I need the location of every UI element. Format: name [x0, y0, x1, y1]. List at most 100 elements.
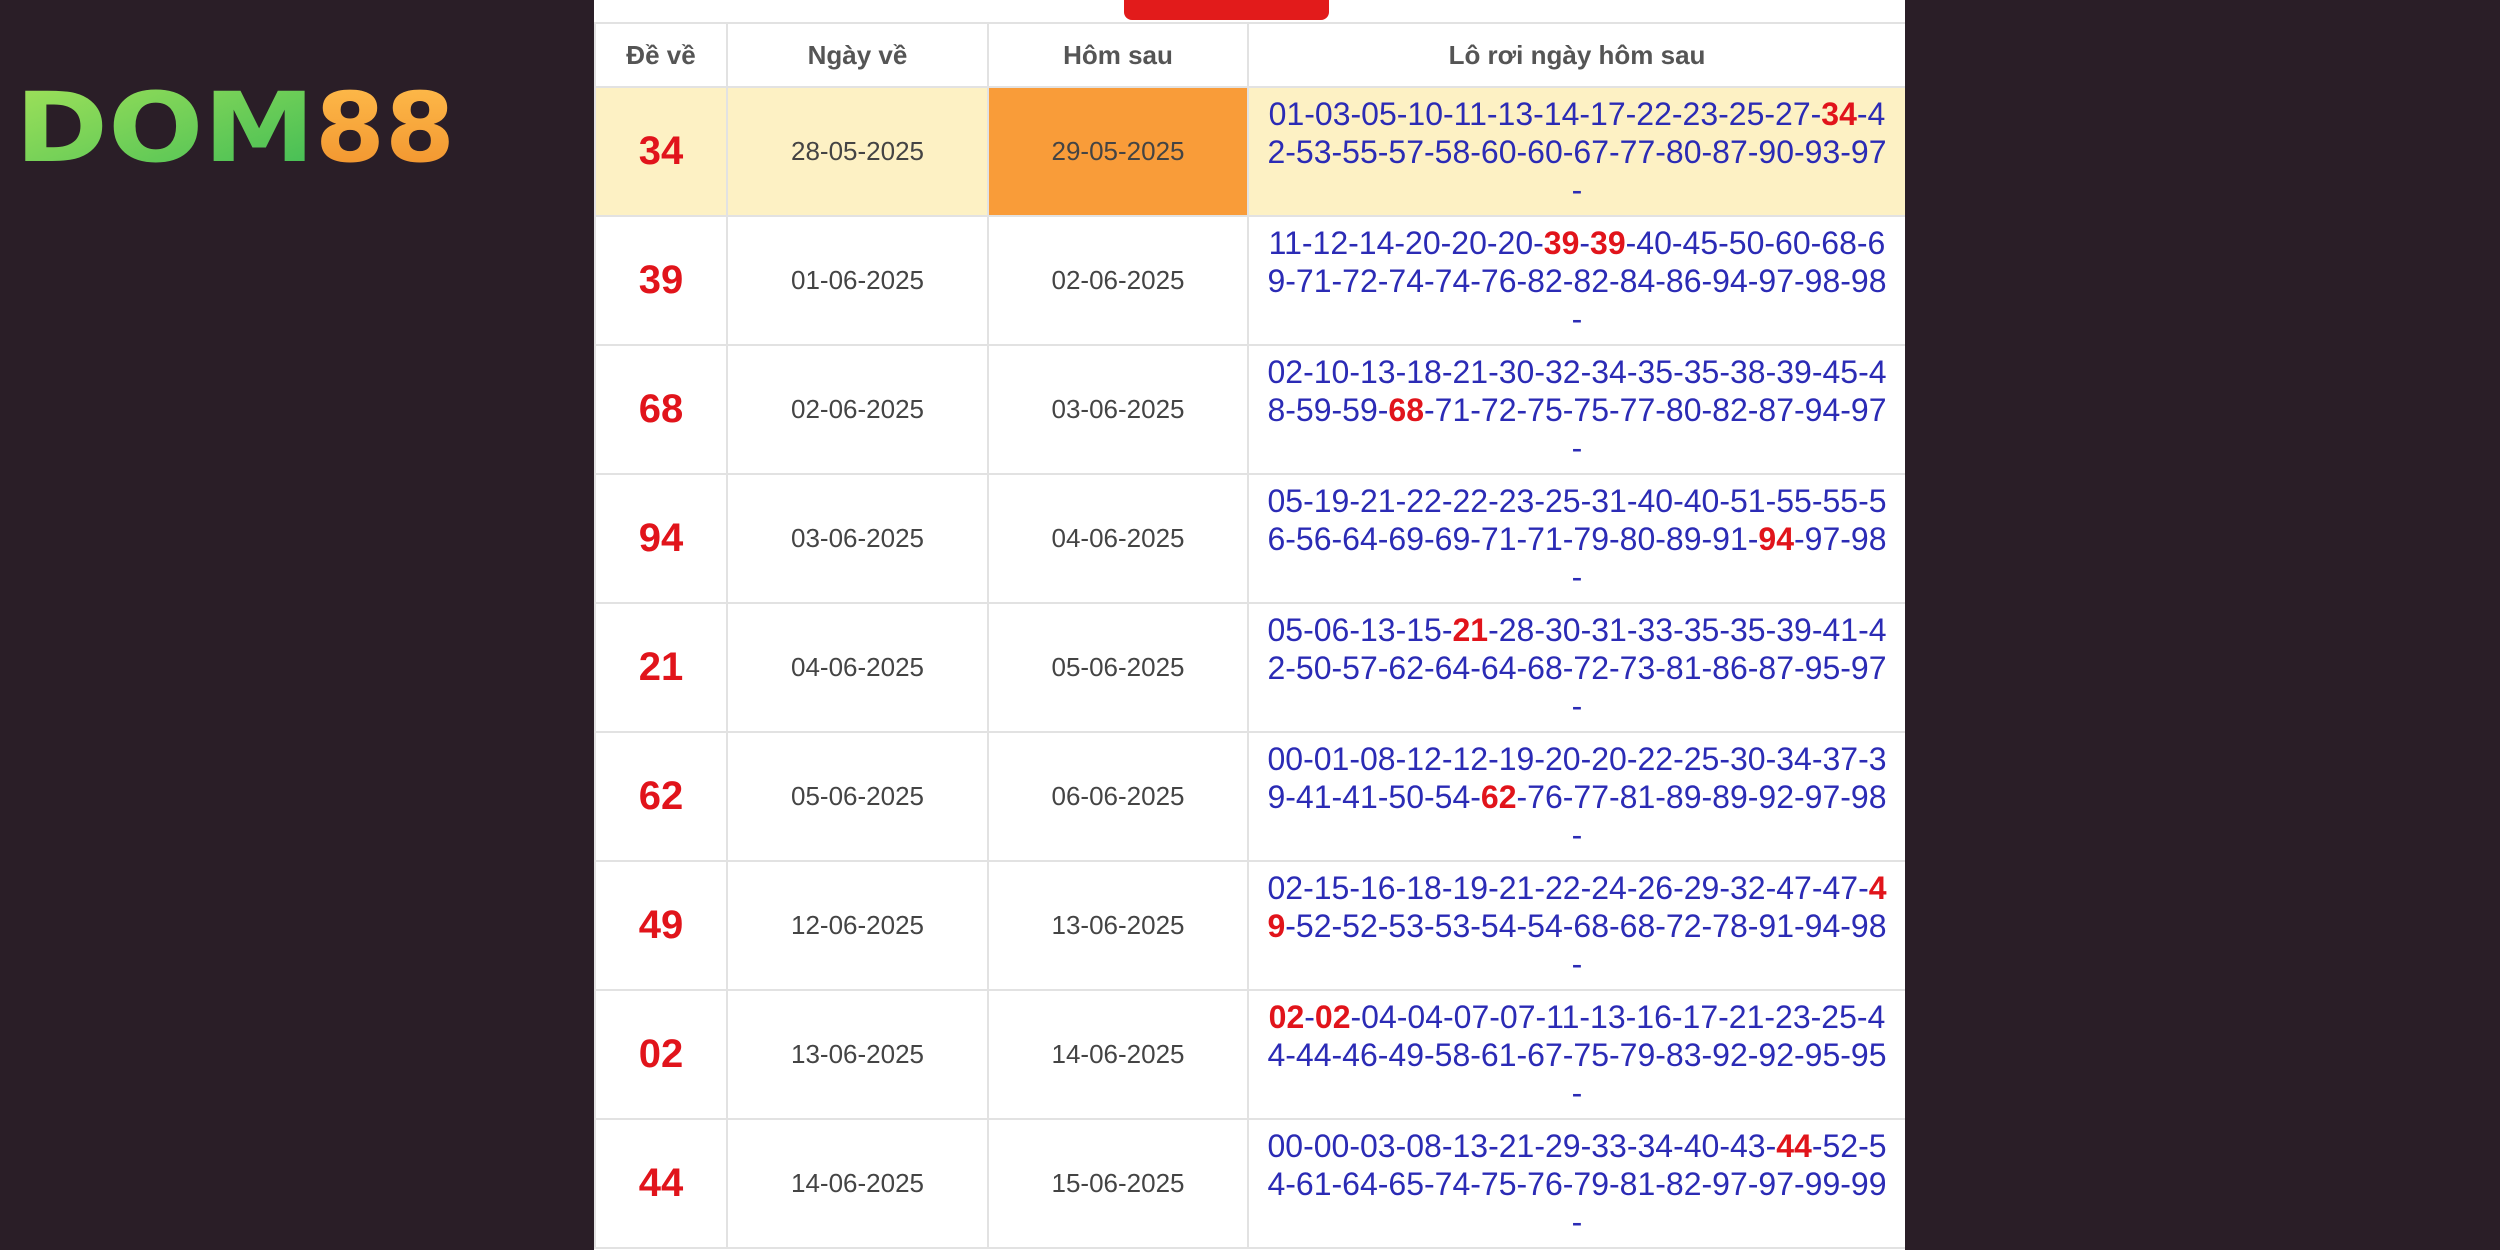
lo-number: 92	[1758, 1036, 1795, 1073]
lo-number: 97	[1850, 133, 1887, 170]
lo-number: 51	[1729, 482, 1766, 519]
lo-number: 54	[1527, 907, 1563, 944]
lo-number: 12	[1406, 740, 1442, 777]
lo-number: 45	[1682, 224, 1719, 261]
lo-number: 67	[1527, 1036, 1563, 1073]
lo-number: 67	[1573, 133, 1610, 170]
lo-number: 55	[1822, 482, 1859, 519]
lo-number: 22	[1544, 869, 1581, 906]
lo-number: 04	[1407, 998, 1443, 1035]
lo-number: 20	[1405, 224, 1441, 261]
lo-roi-cell: 02-02-04-04-07-07-11-13-16-17-21-23-25-4…	[1247, 989, 1905, 1120]
lo-number: 44	[1295, 1036, 1332, 1073]
lo-number: 53	[1295, 133, 1332, 170]
lo-number: 57	[1342, 649, 1378, 686]
ngay-ve-cell: 02-06-2025	[726, 344, 989, 475]
header-ngay-ve: Ngày về	[726, 22, 989, 88]
lo-number: 05	[1267, 482, 1304, 519]
lo-number: 02	[1267, 869, 1304, 906]
lo-number: 71	[1295, 262, 1332, 299]
lo-number: 97	[1804, 778, 1841, 815]
hom-sau-cell: 29-05-2025	[987, 86, 1249, 217]
lo-number: 61	[1295, 1165, 1332, 1202]
lo-number: 64	[1342, 1165, 1378, 1202]
lo-number: 33	[1591, 1127, 1627, 1164]
lo-number: 19	[1313, 482, 1350, 519]
lo-number: 87	[1712, 133, 1748, 170]
lo-number: 41	[1822, 611, 1859, 648]
lo-number: 20	[1451, 224, 1487, 261]
lo-number: 21	[1452, 353, 1489, 390]
lo-number: 86	[1712, 649, 1748, 686]
lo-number: 33	[1637, 611, 1674, 648]
lo-number: 74	[1434, 1165, 1471, 1202]
lo-number: 03	[1314, 95, 1351, 132]
lo-number: 11	[1546, 998, 1580, 1035]
lo-number: 75	[1480, 1165, 1517, 1202]
lo-number: 01	[1313, 740, 1350, 777]
de-ve-cell: 34	[594, 86, 728, 217]
lo-number: 13	[1359, 611, 1396, 648]
lo-number: 14	[1543, 95, 1580, 132]
lo-number: 75	[1573, 1036, 1610, 1073]
table-row: 68 02-06-2025 03-06-2025 02-10-13-18-21-30-…	[594, 344, 1905, 475]
lo-number: 81	[1619, 1165, 1656, 1202]
lo-number: 91	[1712, 520, 1748, 557]
ngay-ve-cell: 05-06-2025	[726, 731, 989, 862]
lo-number: 23	[1498, 482, 1535, 519]
lo-number: 22	[1636, 95, 1672, 132]
lo-number: 18	[1406, 869, 1442, 906]
lo-number: 13	[1452, 1127, 1489, 1164]
logo-part2: 88	[315, 75, 455, 175]
lo-number: 25	[1821, 998, 1857, 1035]
lo-number: 00	[1267, 1127, 1304, 1164]
lo-number: 97	[1758, 262, 1795, 299]
hom-sau-cell: 05-06-2025	[987, 602, 1249, 733]
logo-part1: DOM	[15, 75, 315, 175]
lo-number: 11	[1268, 224, 1302, 261]
lo-number: 44	[1776, 1127, 1812, 1164]
lo-number: 56	[1295, 520, 1332, 557]
lo-number: 04	[1361, 998, 1397, 1035]
lo-number: 34	[1637, 1127, 1674, 1164]
section-tab[interactable]	[1124, 0, 1329, 20]
lo-number: 79	[1619, 1036, 1656, 1073]
lo-number: 91	[1758, 907, 1795, 944]
lo-number: 97	[1804, 520, 1841, 557]
lo-number: 23	[1775, 998, 1811, 1035]
dom88-logo: DOM 88	[15, 75, 455, 175]
lo-number: 39	[1590, 224, 1626, 261]
lo-number: 34	[1776, 740, 1812, 777]
hom-sau-cell: 02-06-2025	[987, 215, 1249, 346]
lo-number: 27	[1775, 95, 1811, 132]
hom-sau-cell: 04-06-2025	[987, 473, 1249, 604]
lo-number: 64	[1480, 649, 1517, 686]
lo-number: 71	[1434, 391, 1471, 428]
lo-number: 87	[1758, 649, 1795, 686]
lo-number: 79	[1573, 520, 1610, 557]
lo-number: 53	[1434, 907, 1471, 944]
lo-number: 31	[1591, 482, 1627, 519]
de-ve-cell: 62	[594, 731, 728, 862]
lo-number: 75	[1573, 391, 1610, 428]
lo-number: 30	[1498, 353, 1535, 390]
lo-number: 34	[1591, 353, 1627, 390]
lo-number: 45	[1822, 353, 1859, 390]
lo-roi-cell: 05-06-13-15-21-28-30-31-33-35-35-39-41-4…	[1247, 602, 1905, 733]
lo-number: 62	[1480, 778, 1517, 815]
lo-number: 97	[1850, 391, 1887, 428]
lo-roi-cell: 01-03-05-10-11-13-14-17-22-23-25-27-34-4…	[1247, 86, 1905, 217]
hom-sau-cell: 13-06-2025	[987, 860, 1249, 991]
lo-number: 47	[1822, 869, 1859, 906]
lo-number: 20	[1591, 740, 1627, 777]
lo-number: 21	[1359, 482, 1396, 519]
lo-number: 17	[1590, 95, 1626, 132]
lo-number: 52	[1295, 907, 1332, 944]
lo-number: 90	[1758, 133, 1795, 170]
lo-number: 98	[1850, 520, 1887, 557]
lo-number: 21	[1498, 869, 1535, 906]
lo-number: 07	[1453, 998, 1490, 1035]
lo-number: 21	[1498, 1127, 1535, 1164]
lo-number: 19	[1452, 869, 1489, 906]
lo-number: 02	[1267, 353, 1304, 390]
